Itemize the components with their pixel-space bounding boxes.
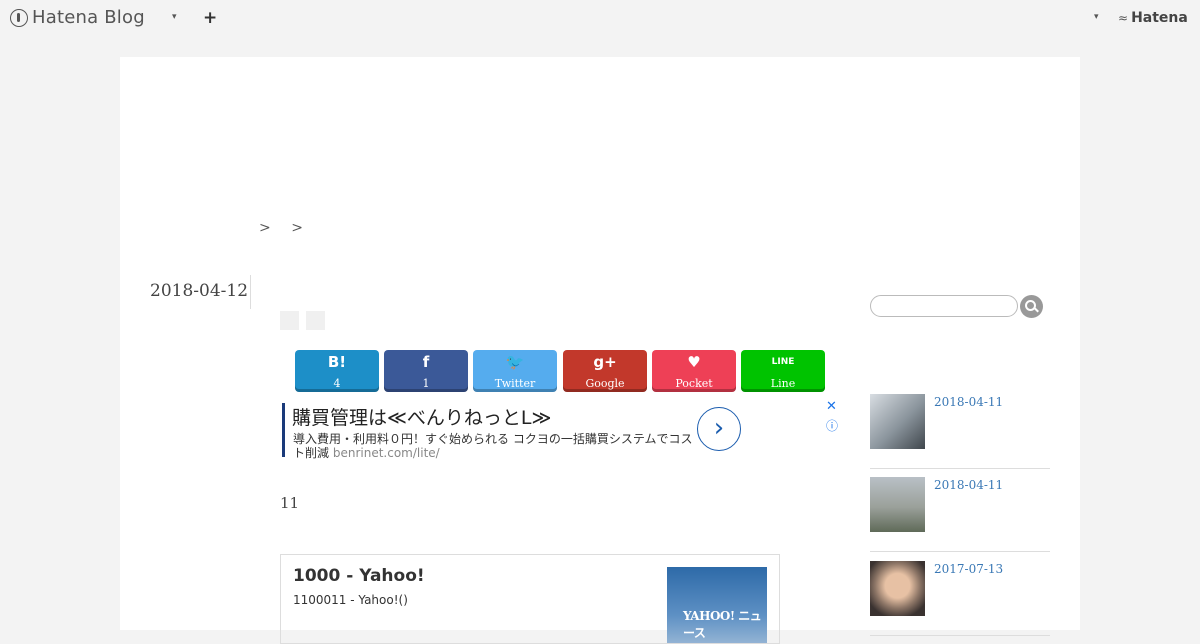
related-entry-date[interactable]: 2018-04-11 <box>934 478 1003 492</box>
share-count: 1 <box>422 377 430 390</box>
embedded-link-card[interactable]: 1000 - Yahoo! 1100011 - Yahoo!() YAHOO! … <box>280 554 780 644</box>
breadcrumb: > > <box>259 220 319 236</box>
share-label: Google <box>585 377 625 390</box>
category-chip[interactable] <box>280 311 299 330</box>
ad-chevron-right-icon[interactable]: › <box>697 407 741 451</box>
user-menu-caret-icon[interactable]: ▾ <box>1094 12 1099 22</box>
hatena-brand-link[interactable]: ≈ Hatena <box>1118 10 1188 26</box>
line-share-button[interactable]: LINE Line <box>741 350 825 392</box>
hatena-brand-text: Hatena <box>1131 10 1188 26</box>
hatena-blog-logo-icon <box>10 8 28 27</box>
ad-accent-bar <box>282 403 285 457</box>
twitter-share-button[interactable]: 🐦 Twitter <box>473 350 557 392</box>
category-chip[interactable] <box>306 311 325 330</box>
link-card-title[interactable]: 1000 - Yahoo! <box>293 566 425 586</box>
ad-title[interactable]: 購買管理は≪べんりねっとL≫ <box>292 403 551 430</box>
share-label: Pocket <box>675 377 713 390</box>
yahoo-news-logo: YAHOO! ニュース <box>683 609 762 640</box>
post-date: 2018-04-12 <box>150 275 251 309</box>
facebook-share-button[interactable]: f 1 <box>384 350 468 392</box>
ad-description: 導入費用・利用料０円！すぐ始められる コクヨの一括購買システムでコスト削減 be… <box>293 432 698 460</box>
related-entry-thumbnail[interactable] <box>870 394 925 449</box>
add-entry-button[interactable]: + <box>203 8 217 28</box>
post-date-text[interactable]: 2018-04-12 <box>150 281 248 301</box>
twitter-bird-icon: 🐦 <box>505 353 525 371</box>
blog-content-area: > > 2018-04-12 B! 4 f 1 🐦 Twitter g+ Goo… <box>120 57 1080 644</box>
breadcrumb-separator: > <box>259 220 271 236</box>
share-label: Line <box>770 377 796 390</box>
hatena-blog-logo-text: Hatena Blog <box>32 7 145 28</box>
breadcrumb-separator: > <box>291 220 303 236</box>
google-plus-share-button[interactable]: g+ Google <box>563 350 647 392</box>
related-entry[interactable]: 2017-07-13 <box>870 561 1050 636</box>
pocket-share-button[interactable]: ♥ Pocket <box>652 350 736 392</box>
hatena-bookmark-icon: B! <box>327 353 347 371</box>
search-icon[interactable] <box>1020 295 1043 318</box>
line-icon: LINE <box>771 357 795 367</box>
related-entry-date[interactable]: 2017-07-13 <box>934 562 1003 576</box>
related-entry-date[interactable]: 2018-04-11 <box>934 395 1003 409</box>
hatena-blog-logo[interactable]: Hatena Blog <box>10 7 145 28</box>
google-plus-icon: g+ <box>593 353 617 371</box>
hatena-bird-icon: ≈ <box>1118 11 1129 25</box>
ad-info-icon[interactable]: ⓘ <box>826 417 838 434</box>
blog-menu-caret-icon[interactable]: ▾ <box>172 12 177 22</box>
link-card-thumbnail[interactable]: YAHOO! ニュース <box>667 567 767 643</box>
ad-url[interactable]: benrinet.com/lite/ <box>333 446 440 460</box>
pocket-icon: ♥ <box>687 353 701 371</box>
text-ad[interactable]: 購買管理は≪べんりねっとL≫ 導入費用・利用料０円！すぐ始められる コクヨの一括… <box>282 399 842 460</box>
link-card-description: 1100011 - Yahoo!() <box>293 593 408 607</box>
global-header: Hatena Blog ▾ + ▾ ≈ Hatena <box>0 0 1200 38</box>
hatena-bookmark-share-button[interactable]: B! 4 <box>295 350 379 392</box>
related-entry-thumbnail[interactable] <box>870 477 925 532</box>
entry-body-text: 11 <box>280 494 300 512</box>
facebook-icon: f <box>422 353 430 371</box>
share-label: Twitter <box>494 377 536 390</box>
search-input[interactable] <box>870 295 1018 317</box>
share-count: 4 <box>333 377 341 390</box>
related-entry[interactable]: 2018-04-11 <box>870 477 1050 552</box>
related-entry-thumbnail[interactable] <box>870 561 925 616</box>
related-entry[interactable]: 2018-04-11 <box>870 394 1050 469</box>
ad-close-icon[interactable]: ✕ <box>826 399 837 414</box>
